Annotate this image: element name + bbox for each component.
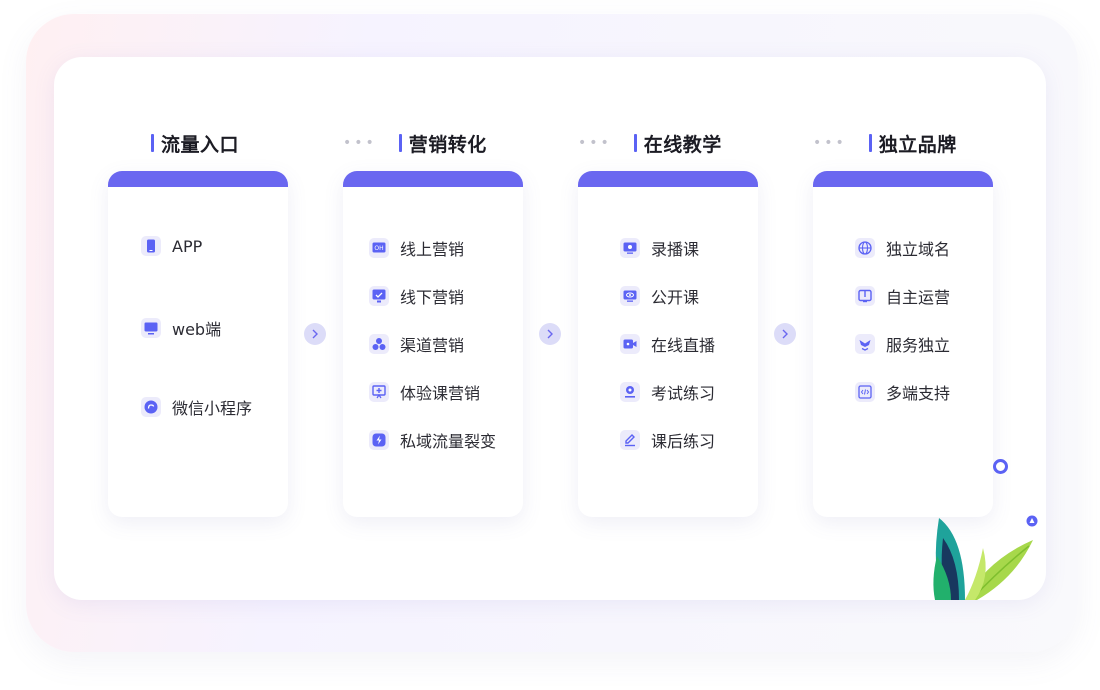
stage: 流量入口 APP web端 微信小程序 ••• 营销转化 OH 线上营销 线下营… xyxy=(0,0,1100,690)
book-icon xyxy=(855,286,875,306)
monitor-icon xyxy=(141,318,161,338)
live-video-icon xyxy=(620,334,640,354)
card-header-bar xyxy=(578,171,758,187)
arrow-right-button[interactable] xyxy=(774,323,796,345)
list-item-app[interactable]: APP xyxy=(141,236,202,256)
column-title-text: 在线教学 xyxy=(643,133,722,156)
column-title: ••• 在线教学 xyxy=(578,129,722,157)
list-item-multi-platform[interactable]: 多端支持 xyxy=(855,380,950,404)
title-accent-bar xyxy=(633,134,637,152)
list-item-open-class[interactable]: 公开课 xyxy=(620,284,699,308)
arrow-right-button[interactable] xyxy=(539,323,561,345)
list-item-online-marketing[interactable]: OH 线上营销 xyxy=(369,236,464,260)
card-header-bar xyxy=(108,171,288,187)
online-marketing-icon: OH xyxy=(369,238,389,258)
card-header-bar xyxy=(343,171,523,187)
item-label: 自主运营 xyxy=(886,288,951,307)
list-item-private-traffic[interactable]: 私域流量裂变 xyxy=(369,428,496,452)
item-label: 服务独立 xyxy=(886,336,951,355)
list-item-mini-program[interactable]: 微信小程序 xyxy=(141,395,252,419)
item-label: APP xyxy=(172,236,203,256)
column-title: ••• 独立品牌 xyxy=(813,129,957,157)
list-item-homework[interactable]: 课后练习 xyxy=(620,428,715,452)
list-item-live-stream[interactable]: 在线直播 xyxy=(620,332,715,356)
item-label: 考试练习 xyxy=(651,384,716,403)
lightning-icon xyxy=(369,430,389,450)
exam-icon xyxy=(620,382,640,402)
column-title-text: 流量入口 xyxy=(161,133,240,156)
item-label: 课后练习 xyxy=(651,432,716,451)
item-label: 公开课 xyxy=(651,288,700,307)
phone-icon xyxy=(141,236,161,256)
column-title-text: 营销转化 xyxy=(408,133,487,156)
title-accent-bar xyxy=(151,134,154,152)
list-item-web[interactable]: web端 xyxy=(141,316,221,340)
offline-marketing-icon xyxy=(369,286,389,306)
item-label: 多端支持 xyxy=(886,384,951,403)
service-icon xyxy=(855,334,875,354)
column-title: 流量入口 xyxy=(151,129,239,157)
inner-panel: 流量入口 APP web端 微信小程序 ••• 营销转化 OH 线上营销 线下营… xyxy=(54,57,1046,600)
list-item-exam-practice[interactable]: 考试练习 xyxy=(620,380,715,404)
item-label: 线下营销 xyxy=(400,288,465,307)
item-label: web端 xyxy=(172,320,222,339)
channel-icon xyxy=(369,334,389,354)
separator-dots: ••• xyxy=(578,135,612,151)
list-item-channel-marketing[interactable]: 渠道营销 xyxy=(369,332,464,356)
recorded-class-icon xyxy=(620,238,640,258)
trial-class-icon xyxy=(369,382,389,402)
svg-text:OH: OH xyxy=(374,245,383,252)
item-label: 体验课营销 xyxy=(400,384,481,403)
title-accent-bar xyxy=(868,134,872,152)
item-label: 私域流量裂变 xyxy=(400,432,497,451)
item-label: 录播课 xyxy=(651,240,700,259)
list-item-independent-service[interactable]: 服务独立 xyxy=(855,332,950,356)
arrow-right-button[interactable] xyxy=(304,323,326,345)
column-title-text: 独立品牌 xyxy=(878,133,957,156)
decorative-drop xyxy=(1026,515,1038,527)
open-class-icon xyxy=(620,286,640,306)
mini-program-icon xyxy=(141,397,161,417)
list-item-self-operation[interactable]: 自主运营 xyxy=(855,284,950,308)
item-label: 在线直播 xyxy=(651,336,716,355)
list-item-recorded-class[interactable]: 录播课 xyxy=(620,236,699,260)
column-title: ••• 营销转化 xyxy=(343,129,487,157)
globe-icon xyxy=(855,238,875,258)
item-label: 线上营销 xyxy=(400,240,465,259)
title-accent-bar xyxy=(398,134,402,152)
item-label: 渠道营销 xyxy=(400,336,465,355)
list-item-offline-marketing[interactable]: 线下营销 xyxy=(369,284,464,308)
card-header-bar xyxy=(813,171,993,187)
list-item-custom-domain[interactable]: 独立域名 xyxy=(855,236,950,260)
item-label: 微信小程序 xyxy=(172,399,253,418)
chevron-right-icon xyxy=(782,329,788,339)
pencil-icon xyxy=(620,430,640,450)
item-label: 独立域名 xyxy=(886,240,951,259)
code-icon xyxy=(855,382,875,402)
decorative-ring xyxy=(993,459,1008,474)
list-item-trial-class-marketing[interactable]: 体验课营销 xyxy=(369,380,480,404)
chevron-right-icon xyxy=(312,329,318,339)
separator-dots: ••• xyxy=(813,135,847,151)
chevron-right-icon xyxy=(547,329,553,339)
card-traffic-entry xyxy=(108,171,288,517)
separator-dots: ••• xyxy=(343,135,377,151)
